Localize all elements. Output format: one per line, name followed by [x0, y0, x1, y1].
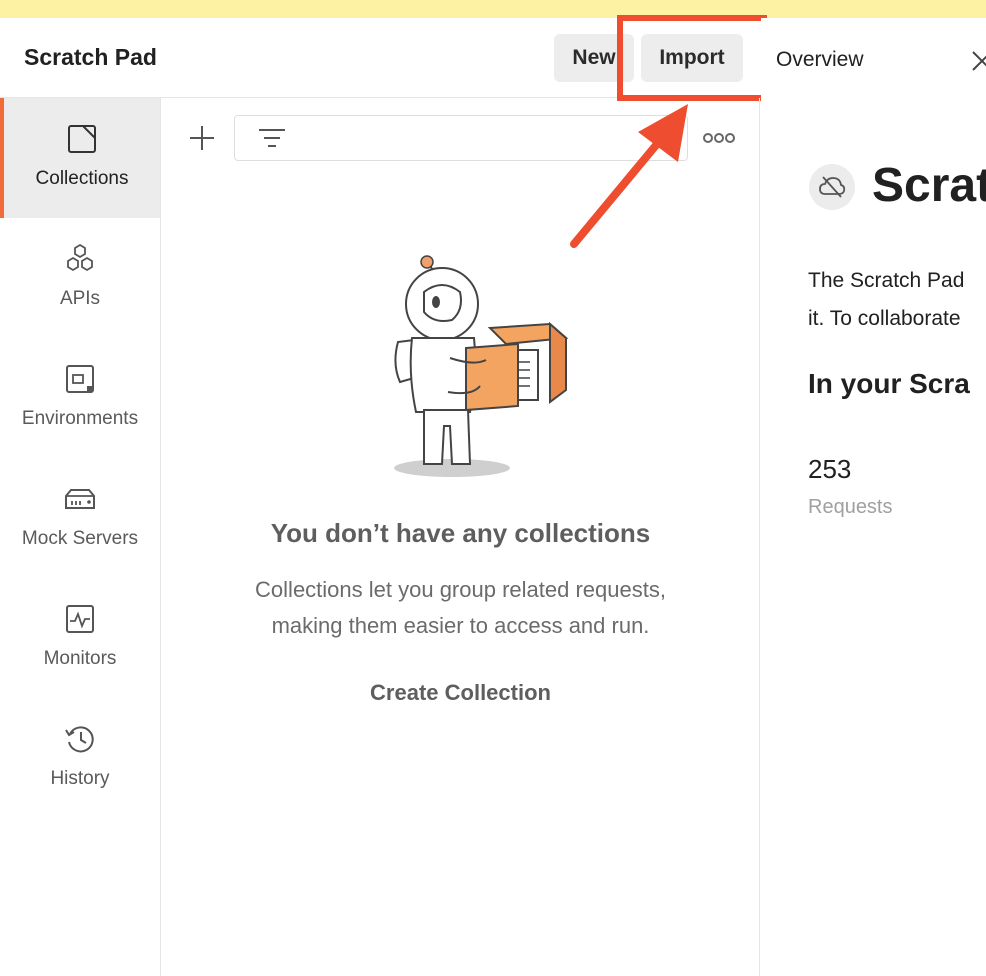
- overview-pane: Overview Scrat The Scratch Pad it. To co…: [761, 18, 986, 976]
- overview-desc-line2: it. To collaborate: [808, 307, 961, 330]
- sidebar-item-monitors[interactable]: Monitors: [0, 578, 160, 698]
- mock-servers-icon: [65, 489, 95, 509]
- create-collection-link[interactable]: Create Collection: [162, 680, 759, 706]
- close-tab-icon[interactable]: [969, 48, 986, 72]
- sidebar-item-label: Collections: [35, 168, 129, 189]
- sidebar-item-apis[interactable]: APIs: [0, 218, 160, 338]
- requests-count-label: Requests: [808, 496, 893, 518]
- overview-subheading: In your Scra: [808, 368, 970, 399]
- sidebar-item-label: Environments: [21, 408, 139, 429]
- sidebar-item-label: History: [50, 768, 110, 789]
- empty-state-desc-line2: making them easier to access and run.: [271, 613, 650, 638]
- empty-state-description: Collections let you group related reques…: [202, 572, 719, 644]
- requests-count: 253: [808, 454, 852, 484]
- empty-state-desc-line1: Collections let you group related reques…: [255, 577, 666, 602]
- workspace-title: Scratch Pad: [24, 44, 157, 70]
- sidebar-item-label: APIs: [59, 288, 101, 309]
- overview-description: The Scratch Pad it. To collaborate: [808, 262, 964, 338]
- empty-state-title: You don’t have any collections: [270, 518, 651, 548]
- sidebar-item-label: Mock Servers: [21, 528, 139, 549]
- filter-icon: [259, 129, 285, 147]
- sidebar-item-history[interactable]: History: [0, 698, 160, 818]
- astronaut-illustration: [394, 255, 569, 477]
- import-highlight-box: [617, 15, 767, 101]
- sidebar-item-environments[interactable]: Environments: [0, 338, 160, 458]
- overview-title: Scrat: [872, 159, 986, 212]
- collections-icon: [68, 125, 96, 153]
- overview-desc-line1: The Scratch Pad: [808, 269, 965, 292]
- annotation-arrow: [570, 104, 688, 248]
- tab-overview[interactable]: Overview: [776, 48, 864, 72]
- notification-banner: [0, 0, 986, 18]
- sidebar: Collections APIs Environments Mock Serve…: [0, 98, 161, 976]
- sidebar-item-collections[interactable]: Collections: [0, 98, 160, 218]
- sidebar-item-label: Monitors: [43, 648, 117, 669]
- cloud-off-icon: [809, 164, 855, 210]
- history-icon: [65, 726, 94, 753]
- more-options-icon[interactable]: [702, 126, 736, 150]
- environments-icon: [66, 365, 94, 393]
- apis-icon: [67, 243, 93, 272]
- monitors-icon: [66, 605, 94, 633]
- sidebar-item-mock-servers[interactable]: Mock Servers: [0, 458, 160, 578]
- add-collection-button[interactable]: [186, 122, 218, 154]
